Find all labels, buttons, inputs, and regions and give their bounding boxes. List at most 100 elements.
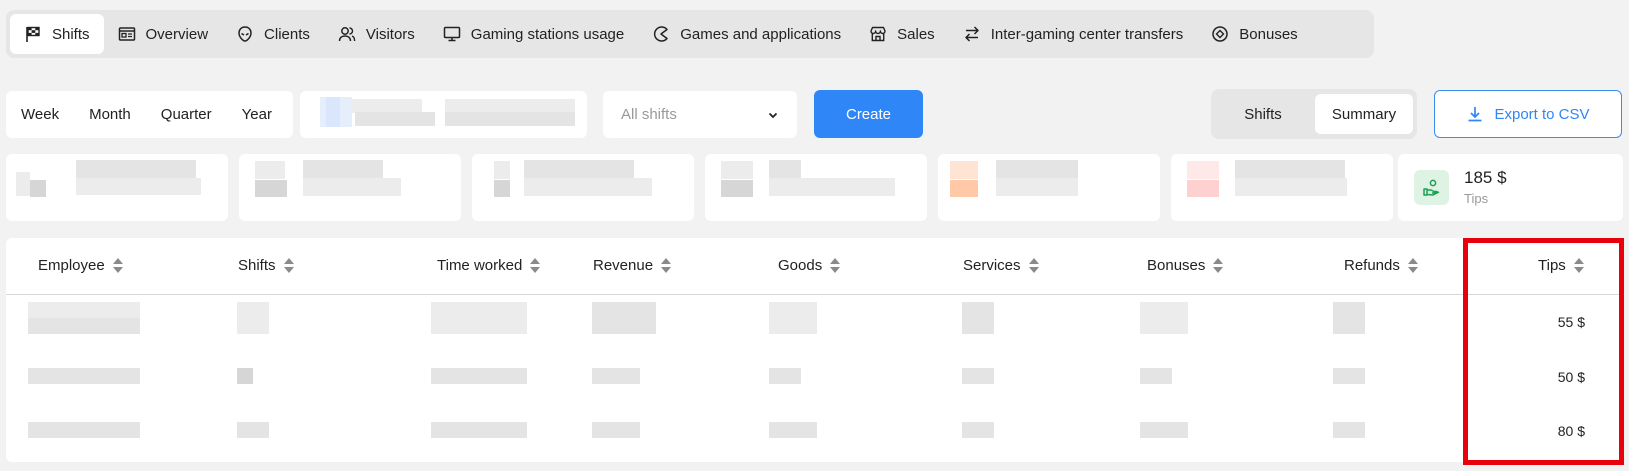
period-selector: Week Month Quarter Year <box>6 91 293 138</box>
redacted-block <box>962 302 994 334</box>
redacted-block <box>1140 422 1188 438</box>
monitor-icon <box>443 26 461 42</box>
redacted-block <box>303 178 401 196</box>
redacted-block <box>950 161 978 179</box>
redacted-block <box>996 178 1078 196</box>
redacted-block <box>1235 160 1345 180</box>
redacted-block <box>494 161 510 179</box>
column-time-worked[interactable]: Time worked <box>437 257 541 274</box>
export-csv-button[interactable]: Export to CSV <box>1434 90 1622 138</box>
tab-inter-gaming-center-transfers[interactable]: Inter-gaming center transfers <box>949 14 1198 54</box>
dashboard-card-icon <box>118 27 135 41</box>
stat-card <box>6 154 228 221</box>
column-label: Goods <box>778 257 823 274</box>
period-month[interactable]: Month <box>74 106 146 123</box>
column-refunds[interactable]: Refunds <box>1344 257 1418 274</box>
redacted-block <box>28 422 140 438</box>
sort-icon <box>1573 258 1584 273</box>
redacted-block <box>494 180 510 197</box>
store-icon <box>870 26 886 42</box>
alien-head-icon <box>238 26 252 42</box>
tab-bonuses[interactable]: Bonuses <box>1197 14 1311 54</box>
tab-label: Bonuses <box>1239 25 1298 43</box>
tips-cell: 80 $ <box>1557 423 1585 439</box>
tips-cell: 55 $ <box>1557 314 1585 330</box>
tab-games-and-applications[interactable]: Games and applications <box>638 14 855 54</box>
redacted-block <box>769 368 801 384</box>
redacted-block <box>1235 178 1347 196</box>
view-summary-option[interactable]: Summary <box>1315 94 1413 134</box>
redacted-block <box>721 161 753 179</box>
redacted-block <box>592 368 640 384</box>
tips-total-value: 185 $ <box>1464 168 1507 187</box>
transfer-arrows-icon <box>964 26 979 42</box>
sort-icon <box>661 258 672 273</box>
create-button[interactable]: Create <box>814 90 923 138</box>
view-shifts-option[interactable]: Shifts <box>1215 94 1311 134</box>
date-range-picker[interactable] <box>300 91 587 138</box>
column-employee[interactable]: Employee <box>38 257 123 274</box>
redacted-block <box>303 160 383 180</box>
redacted-block <box>769 422 817 438</box>
download-icon <box>1468 107 1482 122</box>
tips-stat-card: 185 $ Tips <box>1398 154 1623 221</box>
redacted-block <box>1187 180 1219 197</box>
tab-label: Clients <box>264 25 310 43</box>
tab-sales[interactable]: Sales <box>855 14 949 54</box>
redacted-block <box>16 172 30 196</box>
tab-overview[interactable]: Overview <box>104 14 223 54</box>
tab-gaming-stations-usage[interactable]: Gaming stations usage <box>429 14 638 54</box>
column-revenue[interactable]: Revenue <box>593 257 672 274</box>
stat-card <box>239 154 461 221</box>
redacted-block <box>28 318 140 334</box>
chevron-down-icon <box>768 112 778 118</box>
redacted-block <box>524 178 652 196</box>
tips-total-label: Tips <box>1464 191 1489 206</box>
pacman-icon <box>654 26 668 42</box>
stat-card <box>705 154 927 221</box>
redacted-block <box>769 178 895 196</box>
redacted-block <box>352 99 422 113</box>
shift-select[interactable]: All shifts <box>603 91 797 138</box>
redacted-block <box>30 180 46 197</box>
stat-card <box>1171 154 1393 221</box>
column-services[interactable]: Services <box>963 257 1039 274</box>
bonus-badge-icon <box>1212 26 1229 42</box>
redacted-block <box>255 161 285 179</box>
redacted-block <box>355 112 435 126</box>
column-bonuses[interactable]: Bonuses <box>1147 257 1224 274</box>
redacted-block <box>76 178 201 195</box>
report-tabs: Shifts Overview Clients Visitors Gaming … <box>6 10 1374 58</box>
users-icon <box>338 27 356 42</box>
redacted-block <box>326 97 340 127</box>
column-tips[interactable]: Tips <box>1538 257 1584 274</box>
tab-label: Inter-gaming center transfers <box>990 25 1184 43</box>
tab-label: Games and applications <box>680 25 842 43</box>
period-quarter[interactable]: Quarter <box>146 106 227 123</box>
stat-card <box>938 154 1160 221</box>
tab-label: Gaming stations usage <box>470 25 625 43</box>
redacted-block <box>769 160 801 180</box>
column-shifts[interactable]: Shifts <box>238 257 294 274</box>
summary-table: Employee Shifts Time worked Revenue Good… <box>6 238 1623 462</box>
redacted-block <box>237 368 253 384</box>
table-header: Employee Shifts Time worked Revenue Good… <box>6 238 1623 295</box>
redacted-block <box>445 112 575 126</box>
redacted-block <box>1140 302 1188 334</box>
tips-cell: 50 $ <box>1557 369 1585 385</box>
tab-visitors[interactable]: Visitors <box>324 14 429 54</box>
column-goods[interactable]: Goods <box>778 257 841 274</box>
tab-clients[interactable]: Clients <box>222 14 324 54</box>
redacted-block <box>592 302 656 334</box>
redacted-block <box>592 422 640 438</box>
period-week[interactable]: Week <box>6 106 74 123</box>
column-label: Services <box>963 257 1021 274</box>
column-label: Refunds <box>1344 257 1400 274</box>
redacted-block <box>431 422 527 438</box>
tips-hand-coin-icon <box>1414 170 1449 205</box>
sort-icon <box>112 258 123 273</box>
redacted-block <box>431 302 527 334</box>
redacted-block <box>950 180 978 197</box>
tab-shifts[interactable]: Shifts <box>10 14 104 54</box>
period-year[interactable]: Year <box>227 106 287 123</box>
